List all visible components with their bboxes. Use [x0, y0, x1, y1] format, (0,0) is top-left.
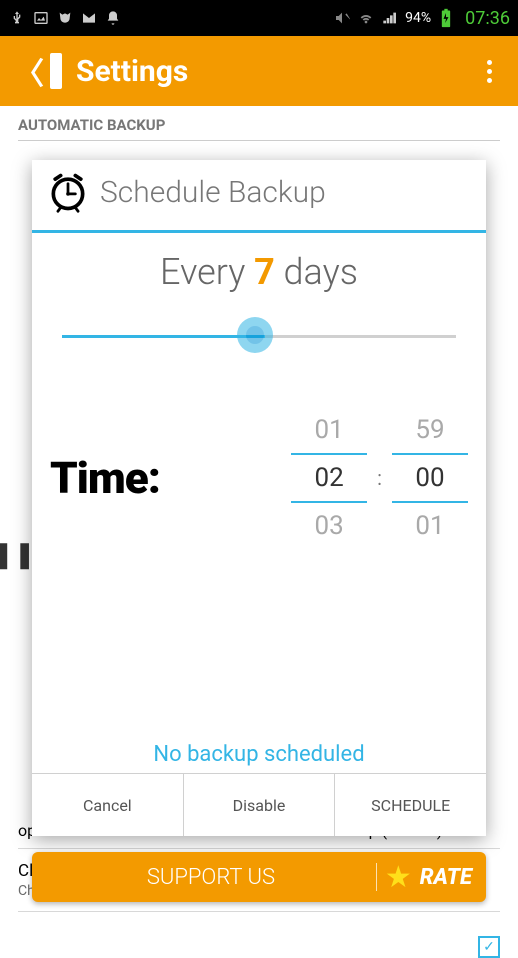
signal-icon	[381, 9, 399, 27]
usb-icon	[8, 9, 26, 27]
schedule-dialog: Schedule Backup Every 7 days Time: 01 02…	[32, 160, 486, 836]
schedule-status: No backup scheduled	[32, 742, 486, 767]
frequency-slider[interactable]	[38, 317, 480, 357]
bell-icon	[104, 9, 122, 27]
mail-icon	[80, 9, 98, 27]
time-label: Time:	[50, 452, 160, 504]
wifi-icon	[357, 9, 375, 27]
disable-button[interactable]: Disable	[184, 774, 336, 836]
support-banner[interactable]: SUPPORT US ★ RATE	[32, 852, 486, 902]
dialog-buttons: Cancel Disable SCHEDULE	[32, 773, 486, 836]
minute-picker[interactable]: 59 00 01	[392, 407, 468, 549]
schedule-button[interactable]: SCHEDULE	[335, 774, 486, 836]
hour-picker[interactable]: 01 02 03	[291, 407, 367, 549]
dialog-divider	[32, 230, 486, 233]
upload-checkbox[interactable]: ✓	[478, 936, 500, 958]
cancel-button[interactable]: Cancel	[32, 774, 184, 836]
clock-time: 07:36	[465, 8, 510, 29]
support-label: SUPPORT US	[46, 865, 376, 890]
cat-icon	[56, 9, 74, 27]
status-bar: 94% 07:36	[0, 0, 518, 36]
action-bar: 〈 Settings	[0, 36, 518, 106]
section-header: AUTOMATIC BACKUP	[18, 106, 500, 141]
image-icon	[32, 9, 50, 27]
dialog-title: Schedule Backup	[100, 175, 326, 210]
app-icon[interactable]	[50, 53, 62, 89]
rate-label: RATE	[420, 865, 472, 890]
back-icon[interactable]: 〈	[14, 49, 44, 93]
mute-icon	[333, 9, 351, 27]
alarm-clock-icon	[46, 170, 90, 214]
star-icon: ★	[385, 860, 412, 895]
banner-separator	[376, 863, 377, 891]
pause-icon: ❚❚	[0, 540, 36, 570]
time-colon: :	[377, 466, 382, 490]
battery-pct: 94%	[405, 10, 431, 26]
frequency-label: Every 7 days	[32, 251, 486, 293]
battery-icon	[437, 9, 455, 27]
page-title: Settings	[76, 54, 480, 89]
overflow-menu-icon[interactable]	[480, 60, 504, 83]
